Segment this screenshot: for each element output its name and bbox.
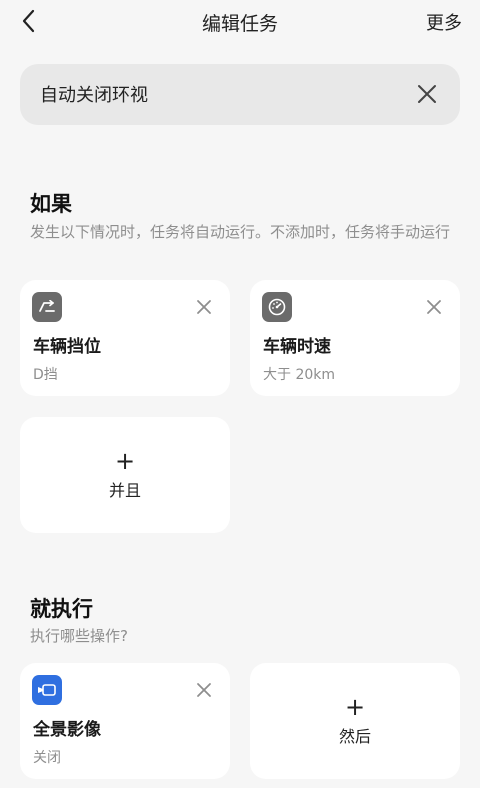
action-title: 全景影像 bbox=[33, 720, 101, 740]
add-action-button[interactable]: + 然后 bbox=[250, 663, 460, 779]
more-button[interactable]: 更多 bbox=[426, 9, 462, 35]
condition-card-speed[interactable]: 车辆时速 大于 20km bbox=[250, 280, 460, 396]
task-name-text[interactable]: 自动关闭环视 bbox=[40, 81, 148, 107]
if-section-description: 发生以下情况时，任务将自动运行。不添加时，任务将手动运行 bbox=[30, 223, 451, 241]
condition-value: 大于 20km bbox=[263, 367, 336, 383]
remove-condition-button[interactable] bbox=[196, 299, 212, 315]
gear-shift-icon bbox=[32, 292, 62, 322]
add-condition-button[interactable]: + 并且 bbox=[20, 417, 230, 533]
condition-value: D挡 bbox=[33, 367, 58, 383]
page-title: 编辑任务 bbox=[201, 13, 278, 35]
header-bar: 编辑任务 更多 bbox=[0, 0, 480, 44]
then-section-description: 执行哪些操作? bbox=[30, 627, 128, 645]
add-condition-label: 并且 bbox=[108, 481, 141, 500]
plus-icon: + bbox=[114, 447, 136, 475]
panoramic-camera-icon bbox=[32, 675, 62, 705]
condition-card-gear[interactable]: 车辆挡位 D挡 bbox=[20, 280, 230, 396]
action-value: 关闭 bbox=[33, 750, 61, 766]
remove-action-button[interactable] bbox=[196, 682, 212, 698]
remove-condition-button[interactable] bbox=[426, 299, 442, 315]
close-icon bbox=[197, 300, 211, 314]
speedometer-icon bbox=[262, 292, 292, 322]
task-name-field[interactable]: 自动关闭环视 bbox=[20, 64, 460, 125]
action-card-panoramic[interactable]: 全景影像 关闭 bbox=[20, 663, 230, 779]
add-action-label: 然后 bbox=[338, 727, 371, 746]
close-icon bbox=[418, 85, 436, 103]
condition-title: 车辆时速 bbox=[263, 337, 331, 357]
then-section-title: 就执行 bbox=[30, 597, 93, 621]
condition-title: 车辆挡位 bbox=[33, 337, 101, 357]
close-icon bbox=[197, 683, 211, 697]
if-section-title: 如果 bbox=[30, 192, 72, 216]
clear-name-button[interactable] bbox=[416, 83, 438, 105]
plus-icon: + bbox=[344, 693, 366, 721]
close-icon bbox=[427, 300, 441, 314]
